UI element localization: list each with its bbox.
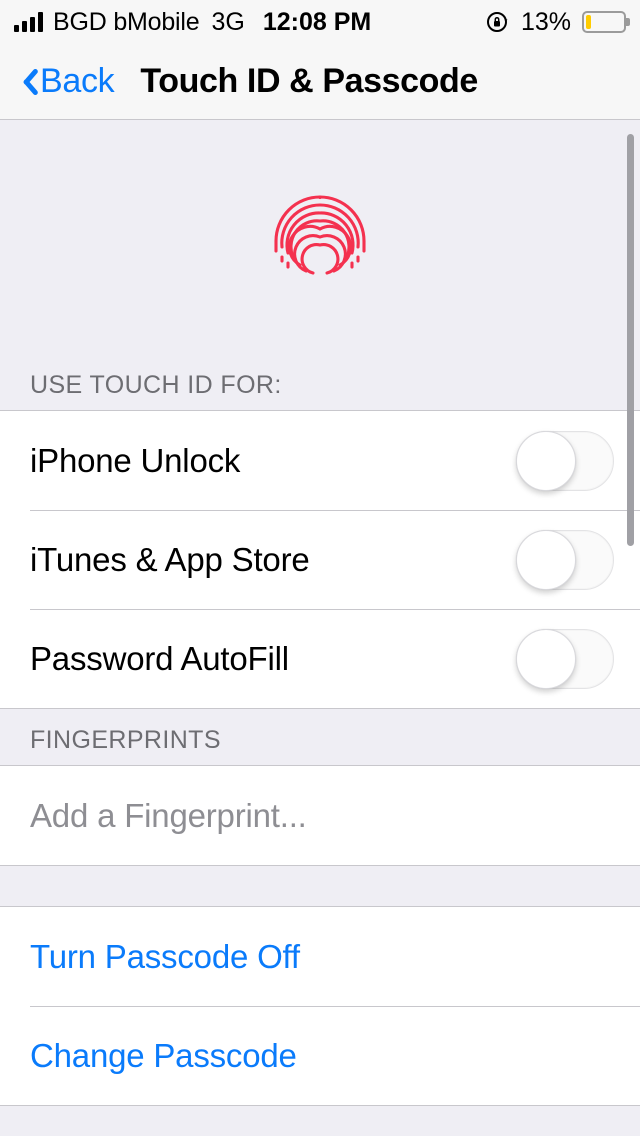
battery-icon bbox=[582, 11, 626, 33]
row-label: Password AutoFill bbox=[30, 639, 289, 677]
section-gap bbox=[0, 866, 640, 906]
back-button-label: Back bbox=[40, 62, 115, 100]
section-use-touch-id: iPhone Unlock iTunes & App Store Passwor… bbox=[0, 410, 640, 709]
row-turn-passcode-off[interactable]: Turn Passcode Off bbox=[0, 907, 640, 1006]
section-header-fingerprints: FINGERPRINTS bbox=[0, 709, 640, 765]
network-type-label: 3G bbox=[211, 7, 245, 36]
row-itunes-app-store[interactable]: iTunes & App Store bbox=[0, 510, 640, 609]
status-bar-right: 13% bbox=[486, 8, 626, 37]
touch-id-hero bbox=[0, 120, 640, 350]
page-title: Touch ID & Passcode bbox=[140, 62, 478, 100]
status-bar: BGD bMobile 3G 12:08 PM 13% bbox=[0, 0, 640, 44]
row-password-autofill[interactable]: Password AutoFill bbox=[0, 609, 640, 708]
settings-screen: BGD bMobile 3G 12:08 PM 13% Back Touch I… bbox=[0, 0, 640, 1136]
carrier-label: BGD bMobile bbox=[53, 7, 200, 36]
row-add-fingerprint[interactable]: Add a Fingerprint... bbox=[0, 766, 640, 865]
row-label: Change Passcode bbox=[30, 1036, 297, 1074]
section-passcode: Turn Passcode Off Change Passcode bbox=[0, 906, 640, 1106]
battery-percent-label: 13% bbox=[520, 7, 571, 36]
row-label: Turn Passcode Off bbox=[30, 937, 300, 975]
rotation-lock-icon bbox=[486, 10, 510, 34]
toggle-knob bbox=[516, 628, 576, 689]
back-button[interactable]: Back bbox=[16, 62, 115, 101]
row-label: iPhone Unlock bbox=[30, 441, 241, 479]
clock-label: 12:08 PM bbox=[262, 7, 372, 36]
signal-strength-icon bbox=[14, 12, 43, 32]
row-label: Add a Fingerprint... bbox=[30, 796, 307, 834]
fingerprint-icon bbox=[274, 195, 366, 275]
scroll-indicator[interactable] bbox=[627, 134, 634, 546]
navigation-bar: Back Touch ID & Passcode bbox=[0, 44, 640, 120]
toggle-itunes-app-store[interactable] bbox=[516, 529, 614, 590]
toggle-knob bbox=[516, 529, 576, 590]
chevron-left-icon bbox=[16, 65, 36, 99]
row-change-passcode[interactable]: Change Passcode bbox=[0, 1006, 640, 1105]
toggle-iphone-unlock[interactable] bbox=[516, 430, 614, 491]
settings-scroll-view[interactable]: USE TOUCH ID FOR: iPhone Unlock iTunes &… bbox=[0, 120, 640, 1136]
row-iphone-unlock[interactable]: iPhone Unlock bbox=[0, 411, 640, 510]
section-header-use-touch-id: USE TOUCH ID FOR: bbox=[0, 350, 640, 410]
toggle-knob bbox=[516, 430, 576, 491]
toggle-password-autofill[interactable] bbox=[516, 628, 614, 689]
section-fingerprints: Add a Fingerprint... bbox=[0, 765, 640, 866]
row-label: iTunes & App Store bbox=[30, 540, 310, 578]
status-bar-left: BGD bMobile 3G 12:08 PM bbox=[14, 8, 371, 37]
